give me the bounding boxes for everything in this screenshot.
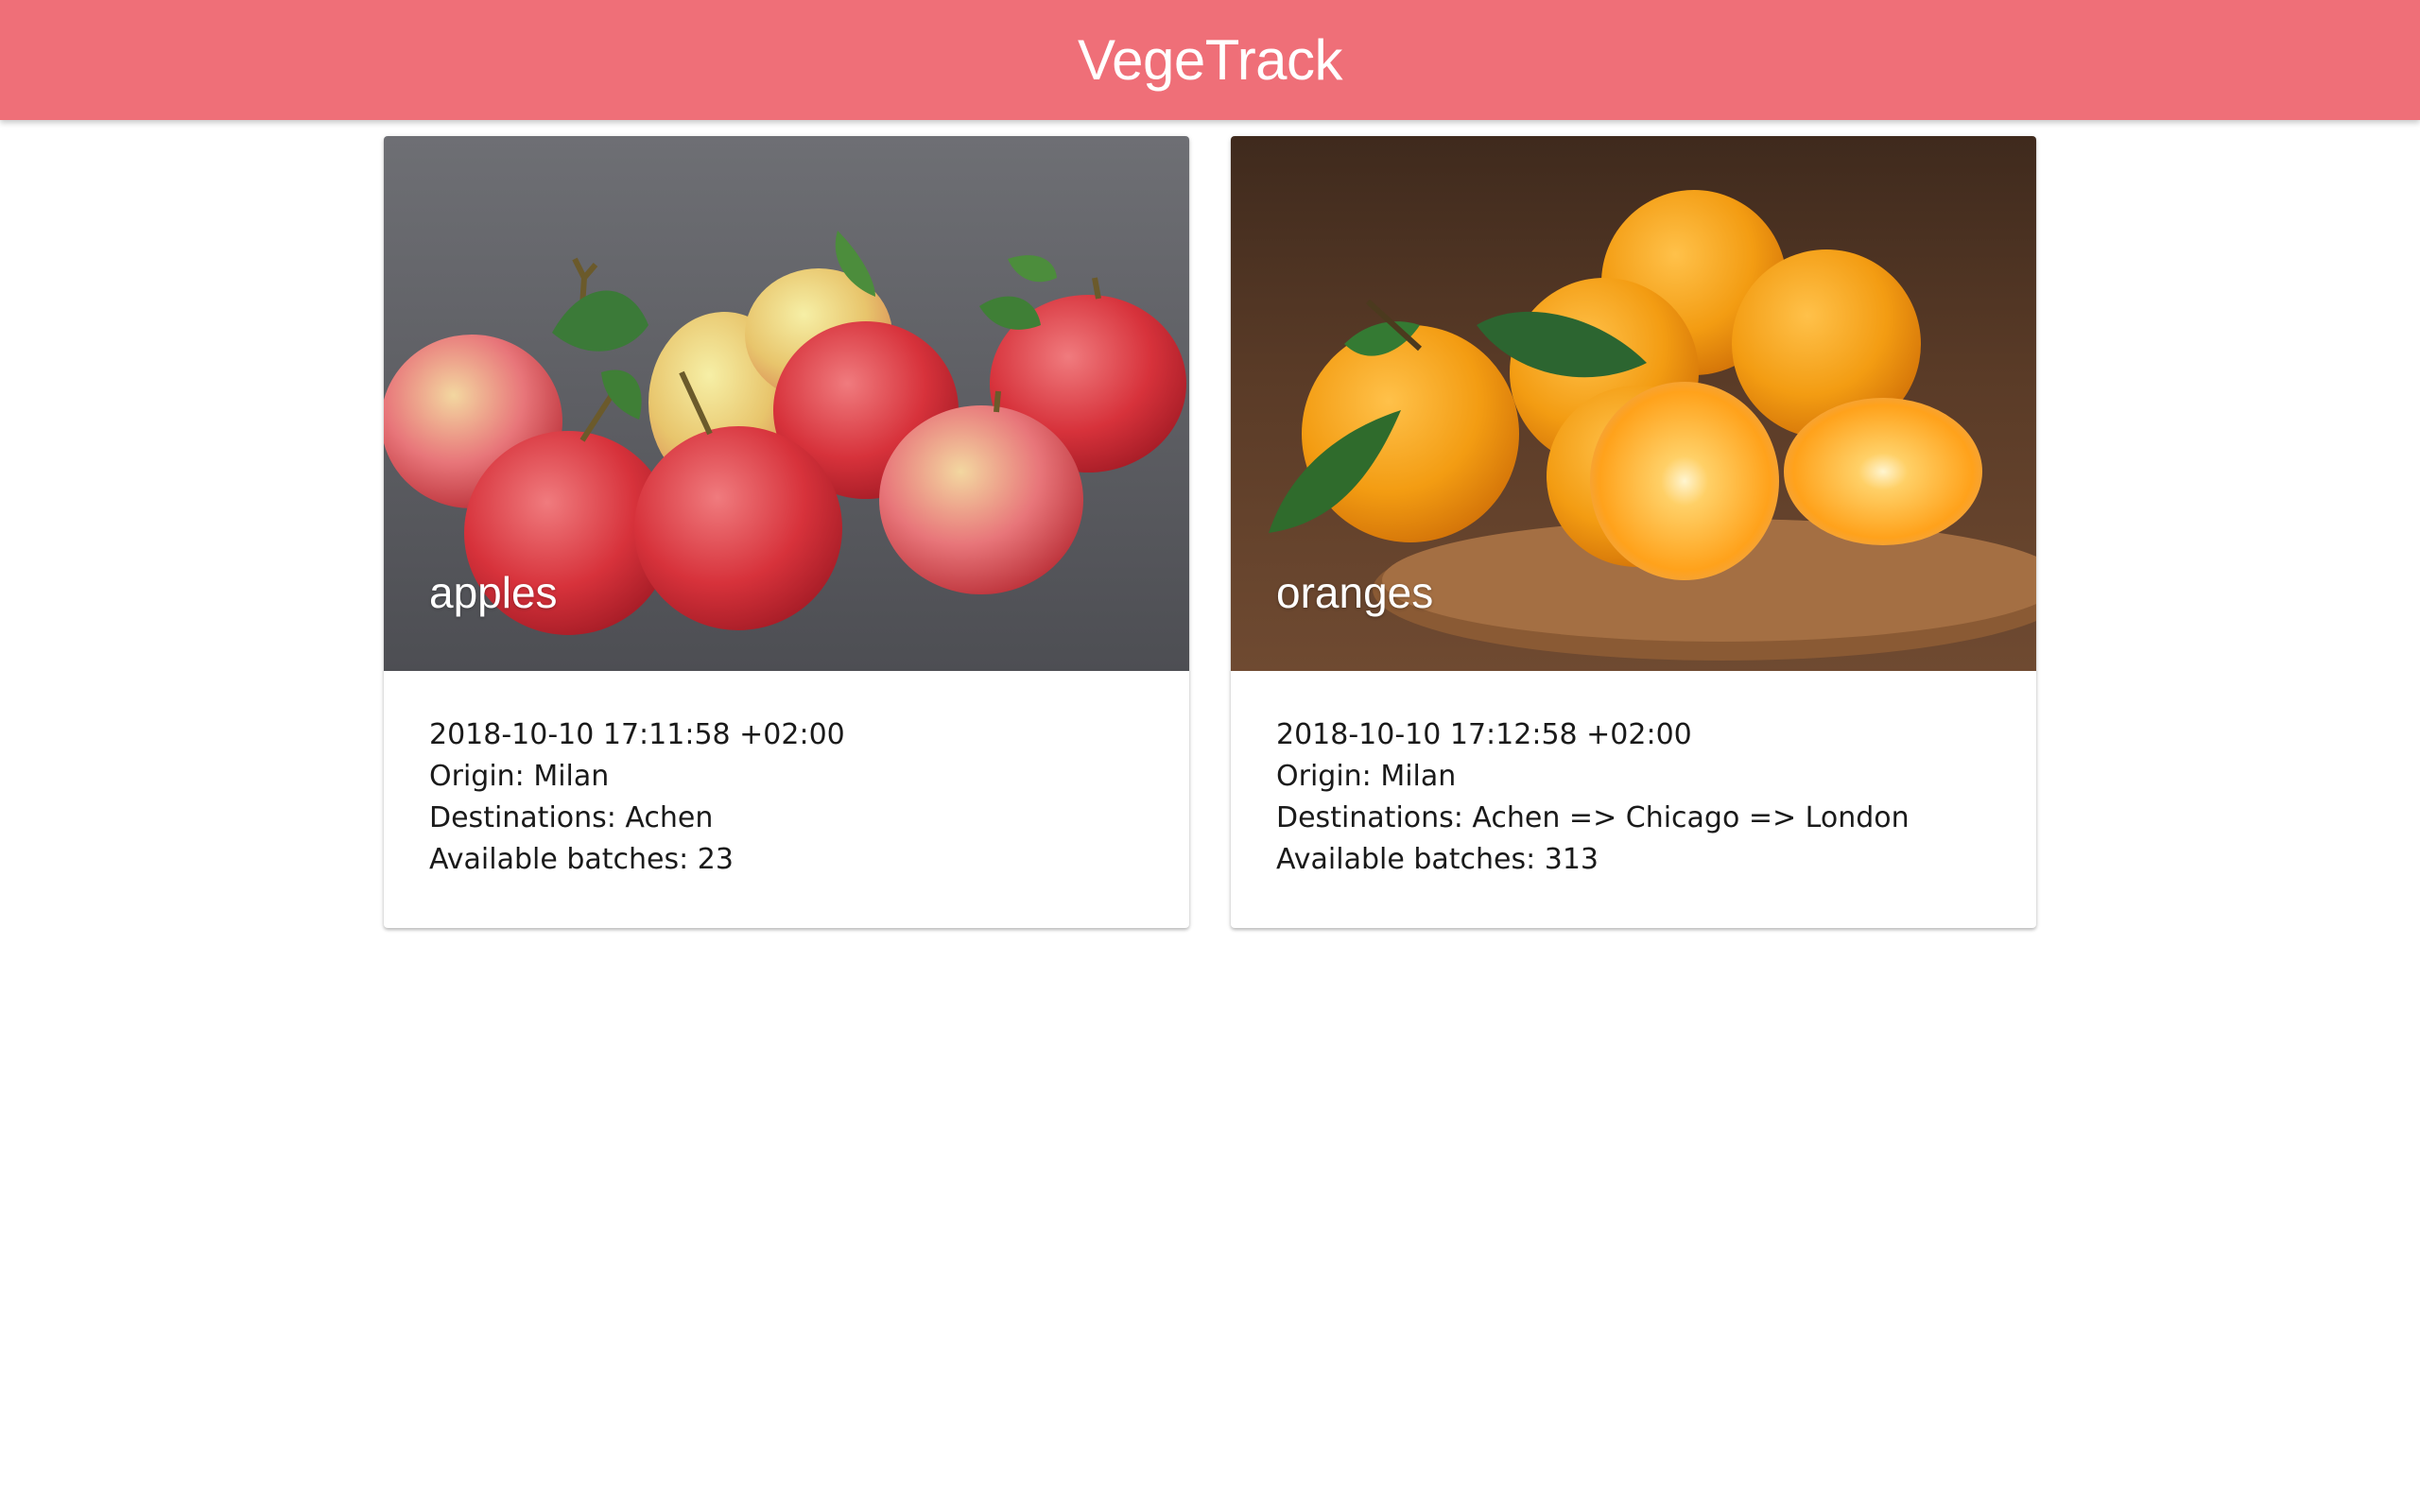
card-origin: Origin: Milan bbox=[1276, 760, 1457, 793]
product-card-apples[interactable]: apples 2018-10-10 17:11:58 +02:00 Origin… bbox=[384, 136, 1189, 928]
app-title: VegeTrack bbox=[1077, 28, 1343, 92]
card-timestamp: 2018-10-10 17:12:58 +02:00 bbox=[1276, 718, 1692, 751]
card-destinations: Destinations: Achen bbox=[429, 801, 714, 834]
card-title: oranges bbox=[1276, 568, 1434, 617]
card-details: 2018-10-10 17:12:58 +02:00 Origin: Milan… bbox=[1276, 714, 1910, 881]
card-batches: Available batches: 23 bbox=[429, 843, 734, 876]
card-details: 2018-10-10 17:11:58 +02:00 Origin: Milan… bbox=[429, 714, 845, 881]
card-batches: Available batches: 313 bbox=[1276, 843, 1599, 876]
card-title: apples bbox=[429, 568, 558, 617]
apples-image: apples bbox=[384, 136, 1189, 671]
card-destinations: Destinations: Achen => Chicago => London bbox=[1276, 801, 1910, 834]
product-card-oranges[interactable]: oranges 2018-10-10 17:12:58 +02:00 Origi… bbox=[1231, 136, 2036, 928]
card-timestamp: 2018-10-10 17:11:58 +02:00 bbox=[429, 718, 845, 751]
app-bar: VegeTrack bbox=[0, 0, 2420, 120]
card-origin: Origin: Milan bbox=[429, 760, 610, 793]
oranges-image: oranges bbox=[1231, 136, 2036, 671]
